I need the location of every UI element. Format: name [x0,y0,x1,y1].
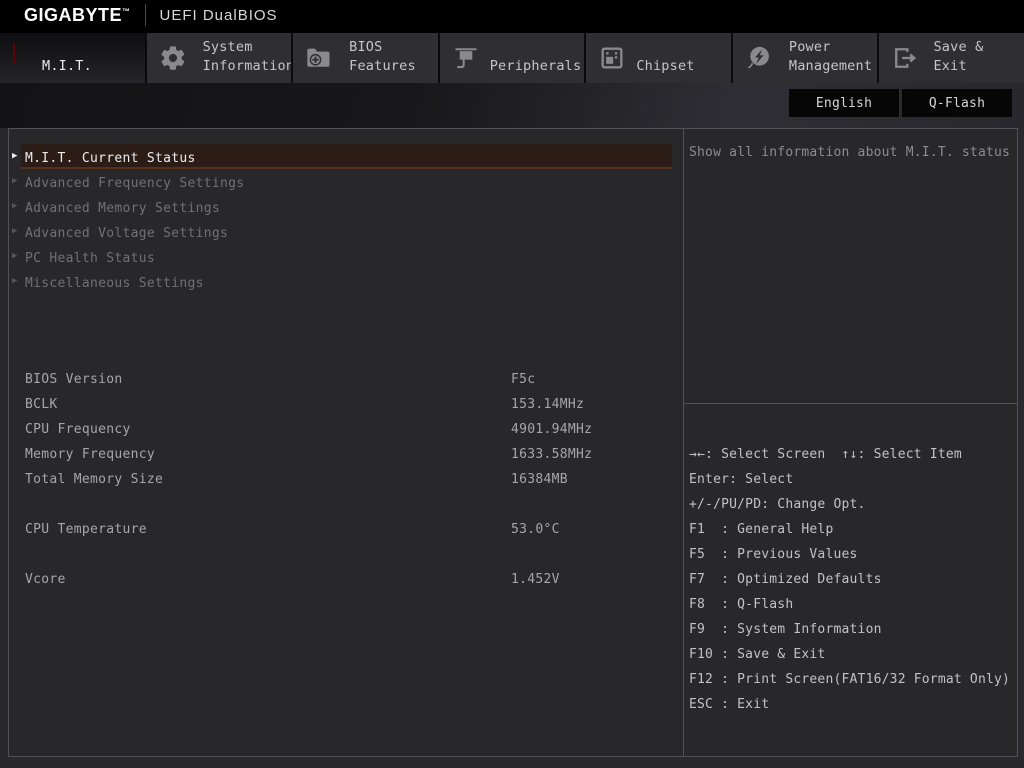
bios-version-row: BIOS Version F5c [9,367,683,392]
info-label: BIOS Version [25,372,123,387]
mit-disc-icon [12,44,40,72]
key-legend-line: F1 : General Help [689,522,834,537]
menu-item-advanced-voltage-settings[interactable]: ▶ Advanced Voltage Settings [9,219,683,244]
power-bolt-icon [745,44,773,72]
gigabyte-logo: GIGABYTE™ [24,4,131,25]
tab-peripherals[interactable]: Peripherals [437,33,585,83]
key-legend-line: →←: Select Screen ↑↓: Select Item [689,447,962,462]
chipset-icon [598,44,626,72]
menu-item-label: Advanced Voltage Settings [25,226,229,241]
total-memory-row: Total Memory Size 16384MB [9,467,683,492]
item-description: Show all information about M.I.T. status [684,129,1017,404]
main-panel: ▶ M.I.T. Current Status ▶ Advanced Frequ… [8,128,1018,757]
peripherals-icon [452,44,480,72]
key-legend-line: F8 : Q-Flash [689,597,794,612]
tab-chipset[interactable]: Chipset [584,33,731,83]
info-value: 1.452V [511,572,560,587]
info-label: BCLK [25,397,58,412]
tab-label: Chipset [636,58,695,74]
tab-label: Save & Exit [933,39,984,74]
key-legend-line: F12 : Print Screen(FAT16/32 Format Only) [689,672,1011,687]
expand-arrow-icon: ▶ [12,151,18,161]
tab-label: Peripherals [489,58,582,74]
language-button[interactable]: English [789,89,899,117]
folder-plus-icon [305,44,333,72]
menu-item-label: Miscellaneous Settings [25,276,204,291]
tab-save-exit[interactable]: Save & Exit [877,33,1024,83]
page-title: UEFI DualBIOS [159,6,278,24]
expand-arrow-icon: ▶ [12,201,18,211]
expand-arrow-icon: ▶ [12,276,18,286]
key-legend-line: F9 : System Information [689,622,882,637]
expand-arrow-icon: ▶ [12,176,18,186]
cpu-temperature-row: CPU Temperature 53.0°C [9,517,683,542]
menu-item-label: Advanced Memory Settings [25,201,221,216]
logo-divider [144,4,146,26]
menu-item-label: Advanced Frequency Settings [25,176,245,191]
key-legend-line: ESC : Exit [689,697,770,712]
info-label: Total Memory Size [25,472,164,487]
bios-screen: GIGABYTE™ UEFI DualBIOS M.I.T. System Inf… [0,0,1024,768]
trademark-symbol: ™ [122,6,131,16]
exit-door-icon [891,44,919,72]
tab-label: BIOS Features [349,39,416,74]
expand-arrow-icon: ▶ [12,226,18,236]
tab-label: M.I.T. [42,58,92,74]
info-label: CPU Frequency [25,422,131,437]
info-label: Memory Frequency [25,447,156,462]
help-pane: Show all information about M.I.T. status… [683,129,1017,756]
title-bar: GIGABYTE™ UEFI DualBIOS [0,0,1024,30]
tab-system-information[interactable]: System Information [144,33,292,83]
cpu-frequency-row: CPU Frequency 4901.94MHz [9,417,683,442]
menu-item-label: M.I.T. Current Status [25,151,196,166]
menu-item-label: PC Health Status [25,251,156,266]
info-label: Vcore [25,572,66,587]
tab-label: System Information [202,39,292,74]
menu-item-pc-health-status[interactable]: ▶ PC Health Status [9,244,683,269]
key-legend-line: F10 : Save & Exit [689,647,826,662]
top-chrome: GIGABYTE™ UEFI DualBIOS M.I.T. System Inf… [0,0,1024,83]
qflash-button[interactable]: Q-Flash [902,89,1012,117]
sub-header: English Q-Flash [0,83,1024,128]
tab-mit[interactable]: M.I.T. [0,33,145,83]
key-legend-line: F5 : Previous Values [689,547,858,562]
memory-frequency-row: Memory Frequency 1633.58MHz [9,442,683,467]
bclk-row: BCLK 153.14MHz [9,392,683,417]
menu-item-advanced-memory-settings[interactable]: ▶ Advanced Memory Settings [9,194,683,219]
key-legend-line: Enter: Select [689,472,794,487]
info-value: 4901.94MHz [511,422,593,437]
info-value: 1633.58MHz [511,447,593,462]
tab-bios-features[interactable]: BIOS Features [291,33,438,83]
tab-label: Power Management [788,39,873,74]
key-legend: →←: Select Screen ↑↓: Select Item Enter:… [684,405,1017,756]
info-value: 16384MB [511,472,568,487]
gear-icon [159,44,187,72]
menu-item-advanced-frequency-settings[interactable]: ▶ Advanced Frequency Settings [9,169,683,194]
key-legend-line: F7 : Optimized Defaults [689,572,882,587]
info-value: 153.14MHz [511,397,585,412]
tab-bar: M.I.T. SystemInformation BIOSFeatures [0,33,1024,83]
expand-arrow-icon: ▶ [12,251,18,261]
header-buttons: English Q-Flash [789,89,1012,117]
vcore-row: Vcore 1.452V [9,567,683,592]
info-value: F5c [511,372,536,387]
info-label: CPU Temperature [25,522,147,537]
settings-pane: ▶ M.I.T. Current Status ▶ Advanced Frequ… [9,129,683,756]
key-legend-line: +/-/PU/PD: Change Opt. [689,497,866,512]
menu-item-miscellaneous-settings[interactable]: ▶ Miscellaneous Settings [9,269,683,294]
info-value: 53.0°C [511,522,560,537]
system-status-readout: BIOS Version F5c BCLK 153.14MHz CPU Freq… [9,367,683,592]
tab-power-management[interactable]: Power Management [730,33,878,83]
settings-menu: ▶ M.I.T. Current Status ▶ Advanced Frequ… [9,144,683,294]
menu-item-mit-current-status[interactable]: ▶ M.I.T. Current Status [9,144,683,169]
